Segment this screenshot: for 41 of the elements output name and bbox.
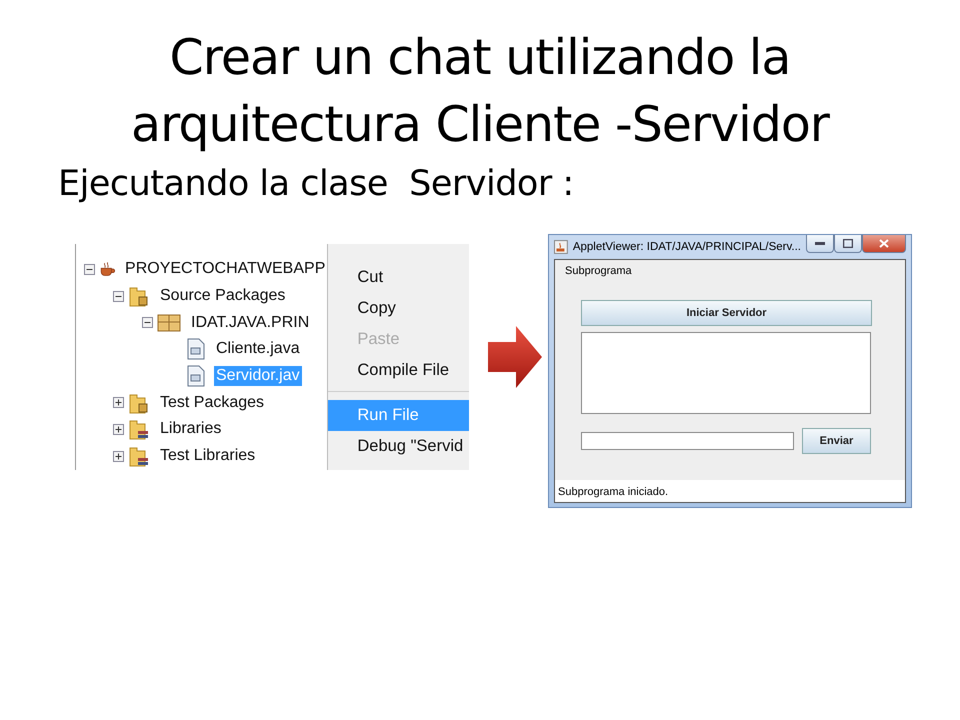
expand-icon[interactable] — [113, 450, 124, 462]
menu-item[interactable]: Cut — [328, 262, 469, 293]
window-title: AppletViewer: IDAT/JAVA/PRINCIPAL/Serv... — [572, 241, 801, 253]
tree-item[interactable]: Test Packages — [158, 392, 266, 413]
package-icon — [157, 312, 181, 333]
folder-books-icon — [128, 445, 150, 468]
applet-menu[interactable]: Subprograma — [555, 260, 905, 284]
menu-item[interactable]: Debug "Servid — [328, 431, 469, 462]
folder-icon — [128, 392, 150, 414]
menu-item[interactable]: Copy — [328, 293, 469, 324]
java-icon — [554, 240, 568, 254]
slide-subtitle: Ejecutando la clase Servidor : — [58, 164, 574, 204]
folder-books-icon — [128, 418, 150, 440]
menu-item[interactable]: Compile File — [328, 355, 469, 386]
message-area[interactable] — [581, 332, 871, 414]
tree-item[interactable]: Source Packages — [158, 286, 288, 306]
document-icon — [186, 338, 206, 360]
collapse-icon[interactable] — [113, 290, 124, 302]
arrow-icon — [488, 326, 542, 388]
tree-item[interactable]: PROYECTOCHATWEBAPP — [123, 259, 328, 280]
folder-icon — [128, 285, 150, 308]
maximize-icon — [843, 239, 853, 248]
close-button[interactable] — [862, 235, 906, 253]
collapse-icon[interactable] — [142, 317, 153, 328]
message-input[interactable] — [581, 432, 794, 450]
tree-item[interactable]: IDAT.JAVA.PRIN — [189, 312, 312, 333]
close-icon — [879, 239, 889, 248]
minimize-button[interactable] — [806, 235, 834, 253]
status-bar: Subprograma iniciado. — [555, 480, 905, 502]
expand-icon[interactable] — [113, 424, 124, 435]
start-server-button[interactable]: Iniciar Servidor — [581, 300, 872, 326]
tree-item[interactable]: Cliente.java — [214, 339, 302, 360]
maximize-button[interactable] — [834, 235, 862, 253]
document-icon — [186, 365, 206, 388]
expand-icon[interactable] — [113, 397, 124, 408]
slide-title: Crear un chat utilizando la arquitectura Cliente -Servidor — [130, 28, 831, 155]
minimize-icon — [815, 242, 825, 246]
tree-item[interactable]: Libraries — [158, 419, 224, 440]
send-button[interactable]: Enviar — [802, 428, 871, 454]
collapse-icon[interactable] — [84, 264, 95, 275]
tree-item[interactable]: Test Libraries — [158, 446, 258, 466]
